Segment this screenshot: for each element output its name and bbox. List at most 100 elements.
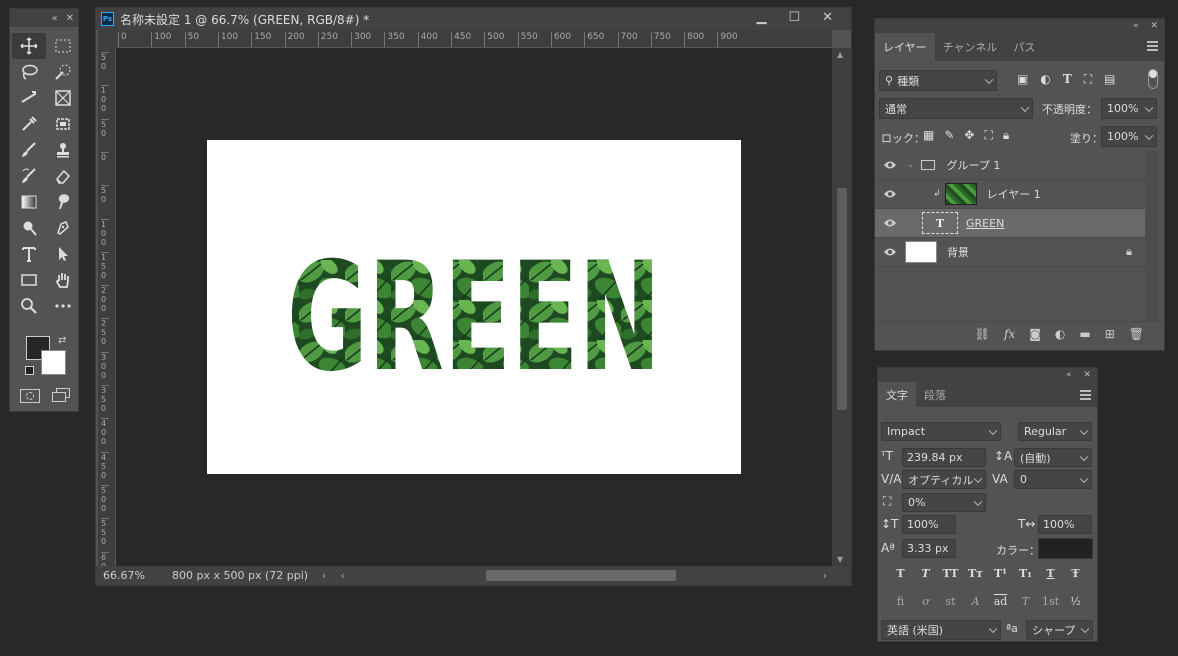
tab-paragraph[interactable]: 段落	[916, 382, 954, 407]
lock-position-icon[interactable]: ✥	[964, 128, 974, 143]
document-canvas[interactable]: GREEN	[207, 140, 741, 474]
layers-scrollbar[interactable]	[1145, 151, 1157, 321]
old-style-button[interactable]: ơ	[915, 595, 937, 608]
swash-button[interactable]: st	[940, 595, 962, 608]
eyedropper-tool[interactable]	[12, 111, 46, 137]
tab-paths[interactable]: パス	[1005, 33, 1043, 61]
text-color-swatch[interactable]	[1038, 538, 1093, 559]
rectangle-tool[interactable]	[12, 267, 46, 293]
scroll-up-icon[interactable]: ▲	[837, 50, 843, 59]
zoom-level[interactable]: 66.67%	[96, 569, 152, 582]
smart-object-filter-icon[interactable]: ▤	[1104, 72, 1115, 87]
status-chevron-icon[interactable]: ›	[322, 569, 326, 582]
lock-transparent-icon[interactable]: ▦	[923, 128, 934, 143]
subscript-button[interactable]: T₁	[1015, 567, 1037, 580]
ordinals-button[interactable]: T	[1015, 595, 1037, 608]
vertical-scroll-thumb[interactable]	[837, 188, 847, 410]
tab-layers[interactable]: レイヤー	[875, 33, 935, 61]
scroll-right-icon[interactable]: ›	[823, 569, 827, 582]
blend-mode-dropdown[interactable]: 通常	[879, 98, 1033, 119]
minimize-icon[interactable]: ▁	[756, 10, 766, 25]
filter-toggle[interactable]	[1148, 69, 1158, 89]
font-size-field[interactable]: 239.84 px	[902, 448, 986, 467]
marquee-tool[interactable]	[46, 33, 80, 59]
font-family-dropdown[interactable]: Impact	[881, 422, 1001, 441]
quick-selection-tool[interactable]	[46, 59, 80, 85]
panel-menu-icon[interactable]	[1147, 41, 1158, 51]
layer-row-text[interactable]: T GREEN	[875, 209, 1148, 238]
close-icon[interactable]: ✕	[66, 13, 74, 24]
maximize-icon[interactable]: ☐	[788, 10, 800, 25]
crop-tool[interactable]	[12, 85, 46, 111]
layer-row-background[interactable]: 背景 🔒︎	[875, 238, 1148, 267]
healing-brush-tool[interactable]	[46, 111, 80, 137]
lock-image-icon[interactable]: ✎	[944, 128, 954, 143]
faux-bold-button[interactable]: T	[890, 567, 912, 580]
quick-mask-icon[interactable]	[20, 389, 40, 403]
swap-colors-icon[interactable]: ⇄	[58, 335, 66, 346]
adjustment-layer-icon[interactable]: ◐	[1055, 327, 1065, 341]
vertical-scale-field[interactable]: 100%	[902, 515, 956, 534]
canvas-area[interactable]: GREEN	[116, 48, 832, 566]
scroll-down-icon[interactable]: ▼	[837, 555, 843, 564]
visibility-eye-icon[interactable]	[883, 247, 897, 257]
image-filter-icon[interactable]: ▣	[1017, 72, 1028, 87]
trash-icon[interactable]: 🗑︎	[1129, 327, 1144, 341]
fractions-button[interactable]: ½	[1065, 595, 1087, 608]
layer-row-image[interactable]: ↲ レイヤー 1	[875, 180, 1148, 209]
path-selection-tool[interactable]	[46, 241, 80, 267]
tsume-field[interactable]: 0%	[902, 493, 986, 512]
stylistic-alternates-button[interactable]: A	[965, 595, 987, 608]
default-colors-icon[interactable]	[25, 366, 34, 375]
baseline-shift-field[interactable]: 3.33 px	[902, 539, 956, 558]
chevron-down-icon[interactable]: ⌄	[907, 160, 915, 170]
leading-field[interactable]: (自動)	[1014, 448, 1092, 467]
close-icon[interactable]: ✕	[822, 10, 833, 25]
vertical-scrollbar[interactable]: ▲ ▼	[832, 48, 851, 566]
shape-filter-icon[interactable]: ⛶	[1084, 72, 1092, 87]
collapse-icon[interactable]: «	[51, 13, 57, 24]
background-color-swatch[interactable]	[41, 350, 66, 375]
tab-channels[interactable]: チャンネル	[935, 33, 1006, 61]
fx-icon[interactable]: fx	[1004, 327, 1015, 341]
new-group-icon[interactable]: ▬	[1079, 327, 1090, 341]
superior-button[interactable]: 1st	[1040, 595, 1062, 608]
close-icon[interactable]: ✕	[1083, 370, 1091, 380]
horizontal-ruler[interactable]: 0 100 50 100 150 200 250 300 350 400 450 500 550 600 6…	[116, 30, 832, 48]
type-filter-icon[interactable]: T	[1063, 72, 1072, 87]
smudge-tool[interactable]	[46, 189, 80, 215]
titling-alternates-button[interactable]: ad	[990, 595, 1012, 608]
eraser-tool[interactable]	[46, 163, 80, 189]
panel-menu-icon[interactable]	[1080, 390, 1091, 400]
close-icon[interactable]: ✕	[1150, 21, 1158, 31]
all-caps-button[interactable]: TT	[940, 567, 962, 580]
superscript-button[interactable]: T¹	[990, 567, 1012, 580]
pen-tool[interactable]	[46, 215, 80, 241]
lasso-tool[interactable]	[12, 59, 46, 85]
type-tool[interactable]	[12, 241, 46, 267]
kerning-field[interactable]: オプティカル	[902, 470, 986, 489]
strikethrough-button[interactable]: Ŧ	[1065, 567, 1087, 580]
visibility-eye-icon[interactable]	[883, 160, 897, 170]
collapse-icon[interactable]: «	[1133, 21, 1139, 31]
visibility-eye-icon[interactable]	[883, 218, 897, 228]
font-style-dropdown[interactable]: Regular	[1018, 422, 1092, 441]
hand-tool[interactable]	[46, 267, 80, 293]
screen-mode-icon[interactable]	[52, 388, 70, 402]
history-brush-tool[interactable]	[12, 163, 46, 189]
fill-field[interactable]: 100%	[1101, 126, 1157, 147]
small-caps-button[interactable]: Tт	[965, 567, 987, 580]
vertical-ruler[interactable]: 50 100 50 0 50 100 150 200 250 300 350 400 450 500 550…	[98, 48, 116, 566]
tab-character[interactable]: 文字	[878, 382, 916, 407]
scroll-left-icon[interactable]: ‹	[340, 569, 344, 582]
collapse-icon[interactable]: «	[1066, 370, 1072, 380]
more-tools[interactable]	[46, 293, 80, 319]
document-titlebar[interactable]: Ps 名称未設定 1 @ 66.7% (GREEN, RGB/8#) * ▁ ☐…	[96, 8, 851, 30]
document-size-info[interactable]: 800 px x 500 px (72 ppi)	[172, 569, 322, 582]
tracking-field[interactable]: 0	[1014, 470, 1092, 489]
stamp-tool[interactable]	[46, 137, 80, 163]
ligatures-button[interactable]: fi	[890, 595, 912, 608]
language-dropdown[interactable]: 英語 (米国)	[881, 620, 1001, 640]
dodge-tool[interactable]	[12, 215, 46, 241]
brush-tool[interactable]	[12, 137, 46, 163]
